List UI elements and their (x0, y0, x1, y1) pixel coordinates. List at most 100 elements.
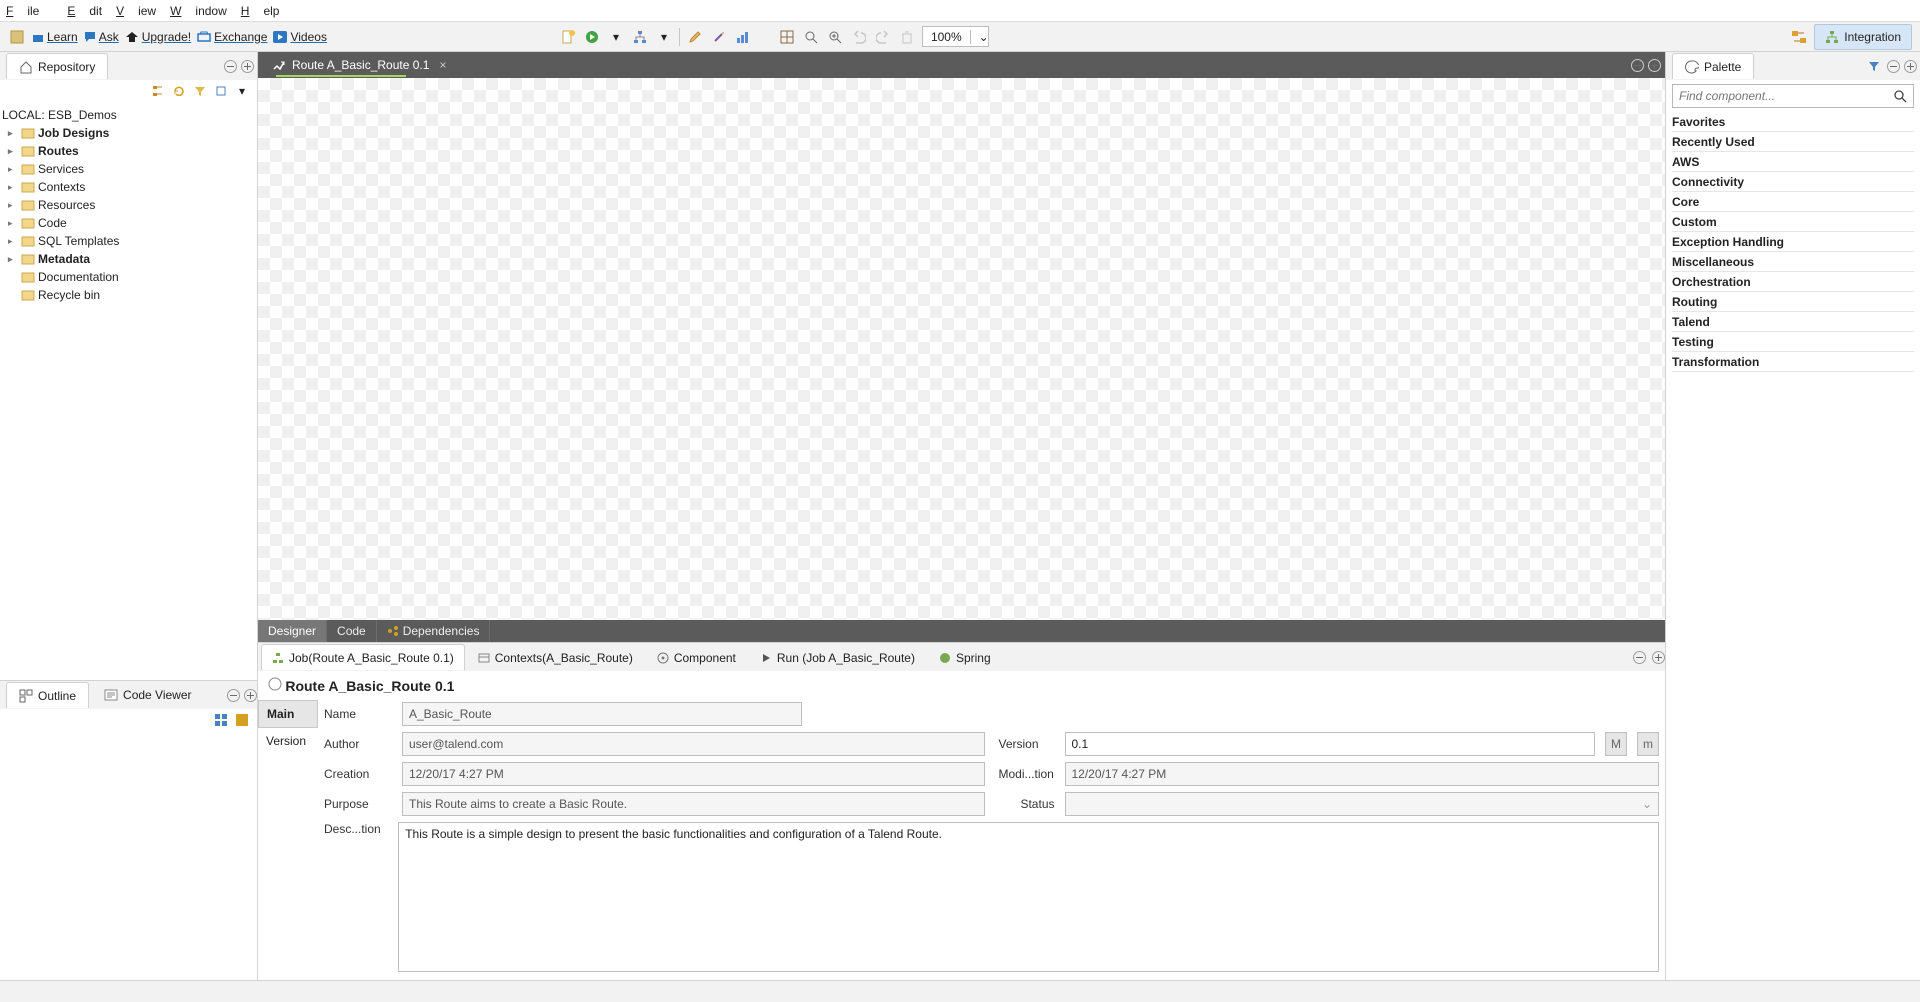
input-description[interactable]: This Route is a simple design to present… (398, 822, 1659, 972)
tab-code[interactable]: Code (327, 620, 377, 642)
menu-icon[interactable]: ▾ (233, 81, 251, 102)
link-upgrade[interactable]: Upgrade! (125, 30, 191, 44)
minimize-icon[interactable] (224, 60, 237, 73)
zoom-icon[interactable] (826, 26, 844, 47)
undo-icon[interactable] (850, 26, 868, 47)
input-status[interactable]: ⌄ (1065, 792, 1660, 816)
perspective-switch-icon[interactable] (1790, 26, 1808, 47)
refresh-icon[interactable] (170, 81, 188, 102)
chevron-down-icon[interactable]: ⌄ (970, 30, 988, 44)
tree-item[interactable]: Recycle bin (0, 286, 257, 304)
tab-spring[interactable]: Spring (928, 644, 1002, 670)
palette-item[interactable]: Talend (1672, 312, 1914, 332)
link-videos[interactable]: Videos (273, 30, 326, 44)
run-dropdown-icon[interactable]: ▾ (607, 26, 625, 47)
filter-icon[interactable] (1865, 56, 1883, 77)
palette-item[interactable]: Routing (1672, 292, 1914, 312)
link-ask[interactable]: Ask (84, 30, 119, 44)
save-icon[interactable] (8, 26, 26, 47)
palette-item[interactable]: Custom (1672, 212, 1914, 232)
tab-dependencies[interactable]: Dependencies (377, 620, 491, 642)
palette-item[interactable]: Testing (1672, 332, 1914, 352)
tree-item[interactable]: ▸Contexts (0, 178, 257, 196)
tab-contexts[interactable]: Contexts(A_Basic_Route) (467, 644, 644, 670)
palette-item[interactable]: Orchestration (1672, 272, 1914, 292)
sidetab-version[interactable]: Version (258, 728, 318, 754)
tab-component[interactable]: Component (646, 644, 747, 670)
palette-item[interactable]: Connectivity (1672, 172, 1914, 192)
version-minor-button[interactable]: m (1637, 732, 1659, 756)
search-icon[interactable] (802, 26, 820, 47)
trash-icon[interactable] (898, 26, 916, 47)
palette-search-input[interactable] (1679, 89, 1893, 103)
input-purpose[interactable] (402, 792, 985, 816)
menu-help[interactable]: Help (241, 4, 280, 18)
input-creation[interactable] (402, 762, 985, 786)
new-icon[interactable] (559, 26, 577, 47)
maximize-icon[interactable] (244, 689, 257, 702)
tab-run[interactable]: Run (Job A_Basic_Route) (749, 644, 926, 670)
tree-item[interactable]: ▸Job Designs (0, 124, 257, 142)
close-icon[interactable]: × (439, 58, 446, 72)
tree-item[interactable]: ▸Routes (0, 142, 257, 160)
palette-tab[interactable]: Palette (1672, 53, 1754, 79)
wand-icon[interactable] (710, 26, 728, 47)
tab-job[interactable]: Job(Route A_Basic_Route 0.1) (261, 644, 465, 670)
tree-icon[interactable] (631, 26, 649, 47)
maximize-icon[interactable] (1648, 59, 1661, 72)
outline-mode1-icon[interactable] (212, 710, 230, 731)
tree-item[interactable]: ▸Services (0, 160, 257, 178)
tree-root[interactable]: LOCAL: ESB_Demos (0, 106, 257, 124)
zoom-combo[interactable]: 100%⌄ (922, 26, 989, 47)
redo-icon[interactable] (874, 26, 892, 47)
maximize-icon[interactable] (1652, 651, 1665, 664)
grid-icon[interactable] (778, 26, 796, 47)
search-icon[interactable] (1893, 89, 1907, 103)
perspective-integration[interactable]: Integration (1814, 24, 1912, 50)
tree-dropdown-icon[interactable]: ▾ (655, 26, 673, 47)
tree-item[interactable]: ▸SQL Templates (0, 232, 257, 250)
minimize-icon[interactable] (1631, 59, 1644, 72)
design-canvas[interactable] (258, 78, 1665, 620)
palette-item[interactable]: Core (1672, 192, 1914, 212)
palette-list[interactable]: FavoritesRecently UsedAWSConnectivityCor… (1666, 112, 1920, 980)
input-version[interactable] (1065, 732, 1596, 756)
palette-item[interactable]: Recently Used (1672, 132, 1914, 152)
outline-mode2-icon[interactable] (233, 710, 251, 731)
repository-tree[interactable]: LOCAL: ESB_Demos ▸Job Designs▸Routes▸Ser… (0, 102, 257, 680)
menu-view[interactable]: View (116, 4, 156, 18)
palette-item[interactable]: Miscellaneous (1672, 252, 1914, 272)
maximize-icon[interactable] (1904, 60, 1917, 73)
palette-item[interactable]: Transformation (1672, 352, 1914, 372)
repository-tab[interactable]: Repository (6, 53, 108, 79)
tree-item[interactable]: Documentation (0, 268, 257, 286)
tree-item[interactable]: ▸Code (0, 214, 257, 232)
run-icon[interactable] (583, 26, 601, 47)
menu-edit[interactable]: Edit (67, 4, 102, 18)
filter-icon[interactable] (191, 81, 209, 102)
config-icon[interactable] (212, 81, 230, 102)
editor-tab[interactable]: Route A_Basic_Route 0.1 × (262, 54, 456, 76)
minimize-icon[interactable] (1887, 60, 1900, 73)
sidetab-main[interactable]: Main (258, 700, 318, 728)
edit-icon[interactable] (686, 26, 704, 47)
link-exchange[interactable]: Exchange (197, 30, 267, 44)
link-learn[interactable]: Learn (32, 30, 78, 44)
maximize-icon[interactable] (241, 60, 254, 73)
code-viewer-tab[interactable]: Code Viewer (92, 682, 203, 708)
palette-search[interactable] (1672, 84, 1914, 108)
version-major-button[interactable]: M (1605, 732, 1627, 756)
palette-item[interactable]: Favorites (1672, 112, 1914, 132)
outline-tab[interactable]: Outline (6, 682, 89, 708)
menu-window[interactable]: Window (170, 4, 227, 18)
menu-file[interactable]: File (6, 4, 53, 18)
minimize-icon[interactable] (227, 689, 240, 702)
palette-item[interactable]: AWS (1672, 152, 1914, 172)
input-author[interactable] (402, 732, 985, 756)
palette-item[interactable]: Exception Handling (1672, 232, 1914, 252)
tab-designer[interactable]: Designer (258, 620, 327, 642)
collapse-icon[interactable] (149, 81, 167, 102)
tree-item[interactable]: ▸Resources (0, 196, 257, 214)
input-modification[interactable] (1065, 762, 1660, 786)
input-name[interactable] (402, 702, 802, 726)
